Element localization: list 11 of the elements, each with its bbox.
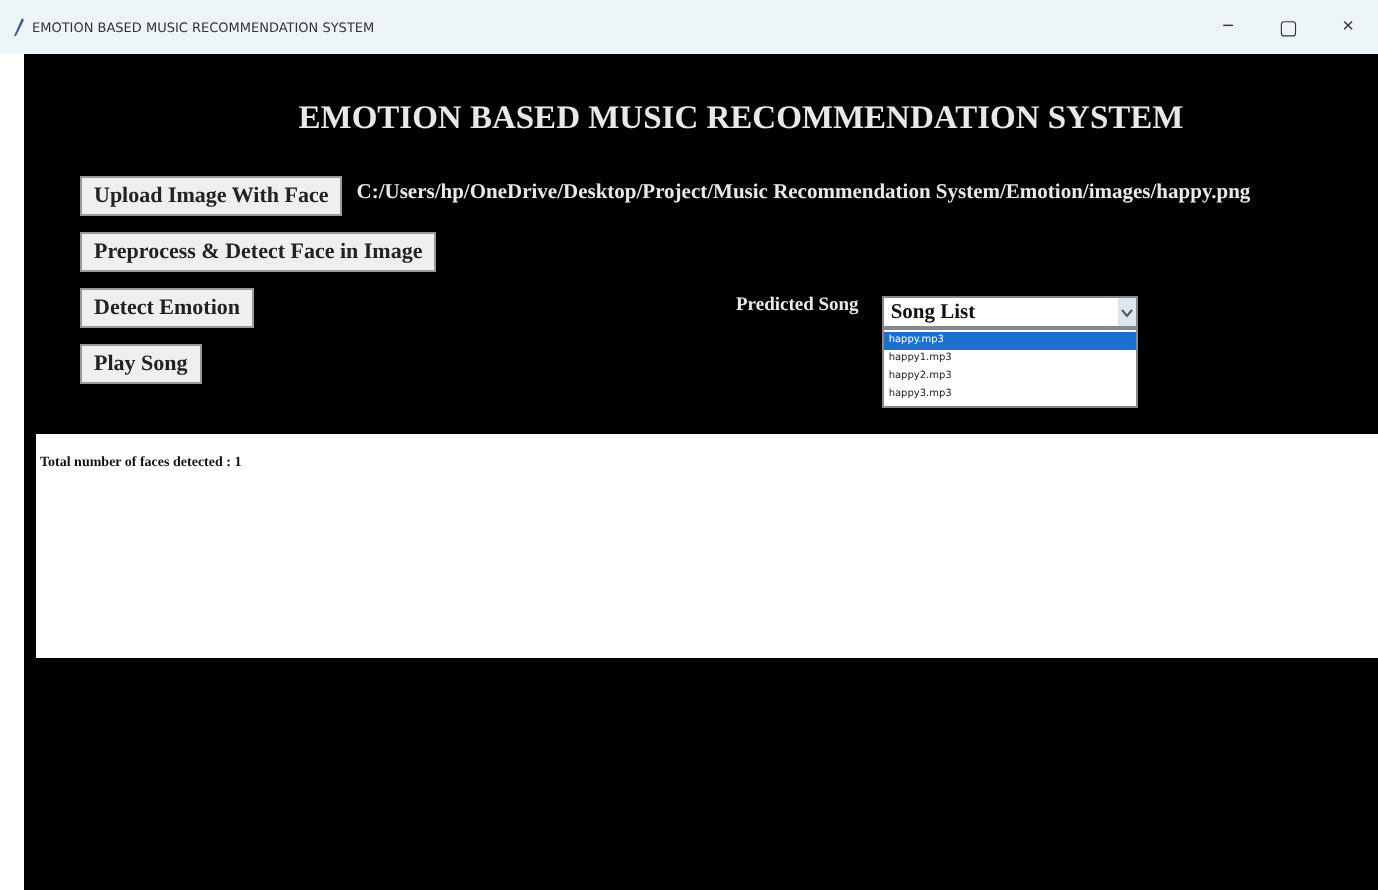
window-control-button[interactable]: ▢: [1258, 0, 1318, 54]
action-button[interactable]: Play Song: [80, 344, 202, 384]
action-button[interactable]: Upload Image With Face: [80, 176, 343, 216]
image-path-label: C:/Users/hp/OneDrive/Desktop/Project/Music Recommendation System/Emotion/images/happy.png: [356, 181, 1251, 203]
app-heading: EMOTION BASED MUSIC RECOMMENDATION SYSTEM: [296, 98, 1186, 140]
window-control-button[interactable]: −: [1198, 0, 1258, 54]
song-dropdown[interactable]: Song List: [882, 296, 1139, 328]
window-control-button[interactable]: ×: [1318, 0, 1378, 54]
action-button[interactable]: Preprocess & Detect Face in Image: [80, 232, 437, 272]
predicted-song-label: Predicted Song: [736, 296, 859, 316]
action-button[interactable]: Detect Emotion: [80, 288, 255, 328]
